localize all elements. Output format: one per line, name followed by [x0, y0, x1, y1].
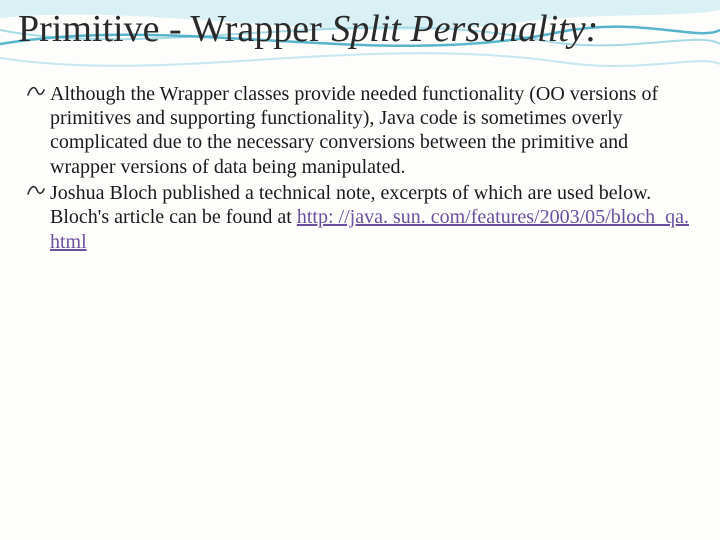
- bullet-text: Joshua Bloch published a technical note,…: [50, 181, 694, 254]
- title-italic: Split Personality:: [331, 8, 598, 50]
- slide-title: Primitive - Wrapper Split Personality:: [0, 0, 720, 54]
- bullet-marker-icon: [26, 82, 46, 104]
- bullet-item: Joshua Bloch published a technical note,…: [26, 181, 694, 254]
- title-roman: Primitive - Wrapper: [18, 8, 331, 50]
- bullet-marker-icon: [26, 181, 46, 203]
- bullet-item: Although the Wrapper classes provide nee…: [26, 82, 694, 180]
- slide-body: Although the Wrapper classes provide nee…: [0, 54, 720, 255]
- bullet-text: Although the Wrapper classes provide nee…: [50, 82, 694, 180]
